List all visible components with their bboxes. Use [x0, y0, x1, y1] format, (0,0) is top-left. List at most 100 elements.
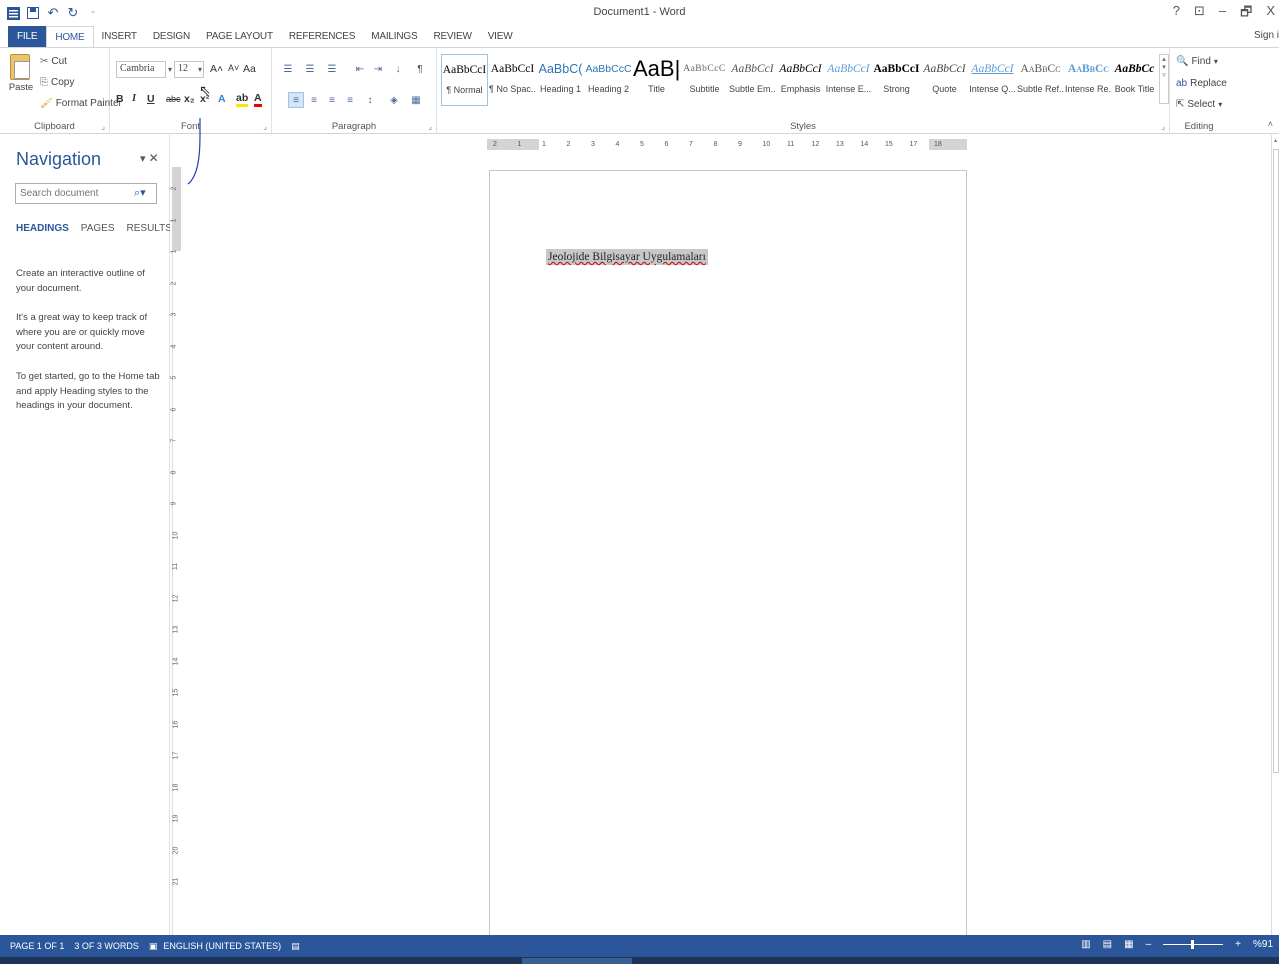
zoom-level[interactable]: %91 — [1253, 939, 1273, 950]
styles-launcher-icon[interactable]: ⌟ — [1161, 122, 1165, 131]
clipboard-launcher-icon[interactable]: ⌟ — [101, 122, 105, 131]
help-icon[interactable]: ? — [1173, 3, 1180, 25]
bullets-icon[interactable]: ☰ — [280, 61, 296, 77]
text-effects-icon[interactable]: A — [218, 93, 226, 105]
show-formatting-icon[interactable]: ¶ — [412, 61, 428, 77]
select-button[interactable]: ⇱ Select ▾ — [1176, 99, 1222, 110]
tab-design[interactable]: DESIGN — [145, 26, 198, 48]
tab-home[interactable]: HOME — [46, 26, 94, 48]
align-right-icon[interactable]: ≡ — [324, 92, 340, 108]
increase-indent-icon[interactable]: ⇥ — [370, 61, 386, 77]
style-subtitle[interactable]: AaBbCcC Subtitle — [681, 54, 728, 106]
minimize-icon[interactable]: – — [1219, 3, 1226, 25]
collapse-ribbon-icon[interactable]: ˄ — [1268, 119, 1273, 129]
page-indicator[interactable]: PAGE 1 OF 1 — [10, 941, 64, 951]
scroll-up-icon[interactable]: ▴ — [1272, 137, 1279, 147]
navigation-options-icon[interactable]: ▾ ✕ — [140, 151, 159, 165]
close-navigation-icon[interactable]: ✕ — [149, 151, 159, 165]
change-case-button[interactable]: Aa — [243, 63, 256, 75]
word-count[interactable]: 3 OF 3 WORDS — [74, 941, 139, 951]
taskbar-item-word[interactable] — [522, 958, 632, 964]
style-no-spacing[interactable]: AaBbCcI ¶ No Spac... — [489, 54, 536, 106]
find-button[interactable]: 🔍 Find ▾ — [1176, 56, 1218, 67]
ribbon-display-options-icon[interactable]: ⊡ — [1194, 3, 1205, 25]
multilevel-list-icon[interactable]: ☰ — [324, 61, 340, 77]
customize-qat-icon[interactable]: ⁼ — [86, 6, 100, 20]
numbering-icon[interactable]: ☰ — [302, 61, 318, 77]
underline-button[interactable]: U — [147, 93, 155, 105]
restore-icon[interactable]: 🗗 — [1240, 3, 1252, 25]
style-subtle-emphasis[interactable]: AaBbCcI Subtle Em... — [729, 54, 776, 106]
close-icon[interactable]: X — [1266, 3, 1275, 25]
word-app-icon[interactable] — [6, 6, 20, 20]
style-quote[interactable]: AaBbCcI Quote — [921, 54, 968, 106]
font-family-dropdown-icon[interactable]: ▾ — [168, 65, 172, 74]
align-center-icon[interactable]: ≡ — [306, 92, 322, 108]
undo-icon[interactable]: ↶ — [46, 5, 60, 20]
cut-button[interactable]: ✂ Cut — [40, 56, 67, 67]
tab-results[interactable]: RESULTS — [127, 223, 172, 234]
style-intense-quote[interactable]: AaBbCcI Intense Q... — [969, 54, 1016, 106]
decrease-indent-icon[interactable]: ⇤ — [352, 61, 368, 77]
style-emphasis[interactable]: AaBbCcI Emphasis — [777, 54, 824, 106]
web-layout-icon[interactable]: ▦ — [1124, 939, 1133, 950]
tab-mailings[interactable]: MAILINGS — [363, 26, 425, 48]
tab-review[interactable]: REVIEW — [425, 26, 479, 48]
zoom-out-icon[interactable]: – — [1146, 939, 1152, 950]
paragraph-launcher-icon[interactable]: ⌟ — [428, 122, 432, 131]
style-strong[interactable]: AaBbCcI Strong — [873, 54, 920, 106]
paste-button[interactable]: Paste — [8, 54, 34, 100]
shrink-font-button[interactable]: A˅ — [228, 63, 239, 73]
document-text[interactable]: Jeolojide Bilgisayar Uygulamaları — [546, 249, 708, 265]
sign-in-link[interactable]: Sign i — [1254, 30, 1279, 41]
redo-icon[interactable]: ↻ — [66, 5, 80, 20]
tab-pages[interactable]: PAGES — [81, 223, 115, 234]
zoom-in-icon[interactable]: + — [1235, 939, 1241, 950]
font-size-dropdown-icon[interactable]: ▾ — [198, 65, 202, 74]
macro-icon[interactable]: ▤ — [291, 941, 300, 952]
justify-icon[interactable]: ≡ — [342, 92, 358, 108]
save-icon[interactable] — [26, 6, 40, 20]
style-intense-emphasis[interactable]: AaBbCcI Intense E... — [825, 54, 872, 106]
style-subtle-reference[interactable]: AaBbCc Subtle Ref... — [1017, 54, 1064, 106]
bold-button[interactable]: B — [116, 93, 124, 105]
scroll-thumb[interactable] — [1273, 149, 1279, 773]
tab-headings[interactable]: HEADINGS — [16, 223, 69, 234]
proofing-icon[interactable]: ▣ — [149, 941, 158, 952]
style-heading-1[interactable]: AaBbC(Heading 1 — [537, 54, 584, 106]
font-launcher-icon[interactable]: ⌟ — [263, 122, 267, 131]
print-layout-icon[interactable]: ▤ — [1103, 939, 1112, 950]
font-color-icon[interactable]: A — [254, 93, 262, 107]
borders-icon[interactable]: ▦ — [408, 92, 424, 108]
replace-button[interactable]: ab Replace — [1176, 78, 1227, 89]
horizontal-ruler[interactable]: 2 1 1 2 3 4 5 6 7 8 9 10 11 12 13 14 15 17 18 — [487, 139, 967, 150]
read-mode-icon[interactable]: ▥ — [1081, 939, 1090, 950]
language-indicator[interactable]: ENGLISH (UNITED STATES) — [163, 941, 281, 951]
style-intense-reference[interactable]: AaBbCc Intense Re... — [1065, 54, 1112, 106]
sort-icon[interactable]: ↓ — [390, 61, 406, 77]
align-left-icon[interactable]: ≡ — [288, 92, 304, 108]
shading-icon[interactable]: ◈ — [386, 92, 402, 108]
subscript-button[interactable]: x₂ — [184, 93, 195, 105]
strikethrough-button[interactable]: abc — [166, 94, 181, 104]
italic-button[interactable]: I — [132, 93, 136, 104]
vertical-ruler[interactable]: 2 1 1 2 3 4 5 6 7 8 9 10 11 12 13 14 15 16 17 18 19 20 21 — [170, 135, 183, 935]
tab-page-layout[interactable]: PAGE LAYOUT — [198, 26, 281, 48]
tab-references[interactable]: REFERENCES — [281, 26, 363, 48]
style-heading-2[interactable]: AaBbCcC Heading 2 — [585, 54, 632, 106]
tab-insert[interactable]: INSERT — [94, 26, 145, 48]
line-spacing-icon[interactable]: ↕ — [362, 92, 378, 108]
highlight-icon[interactable]: ab — [236, 93, 249, 107]
tab-file[interactable]: FILE — [8, 26, 47, 48]
styles-gallery-scroll[interactable]: ▴ ▾ ▿ — [1159, 54, 1169, 104]
grow-font-button[interactable]: A˄ — [210, 63, 223, 75]
tab-view[interactable]: VIEW — [480, 26, 521, 48]
font-family-select[interactable]: Cambria — [116, 61, 166, 78]
style-normal[interactable]: AaBbCcI ¶ Normal — [441, 54, 488, 106]
style-book-title[interactable]: AaBbCc Book Title — [1111, 54, 1158, 106]
copy-button[interactable]: ⎘ Copy — [40, 77, 74, 88]
vertical-scrollbar[interactable]: ▴ — [1271, 135, 1279, 935]
style-title[interactable]: AaB| Title — [633, 54, 680, 106]
zoom-slider[interactable] — [1163, 940, 1224, 949]
search-icon[interactable]: ⌕▾ — [134, 186, 146, 200]
